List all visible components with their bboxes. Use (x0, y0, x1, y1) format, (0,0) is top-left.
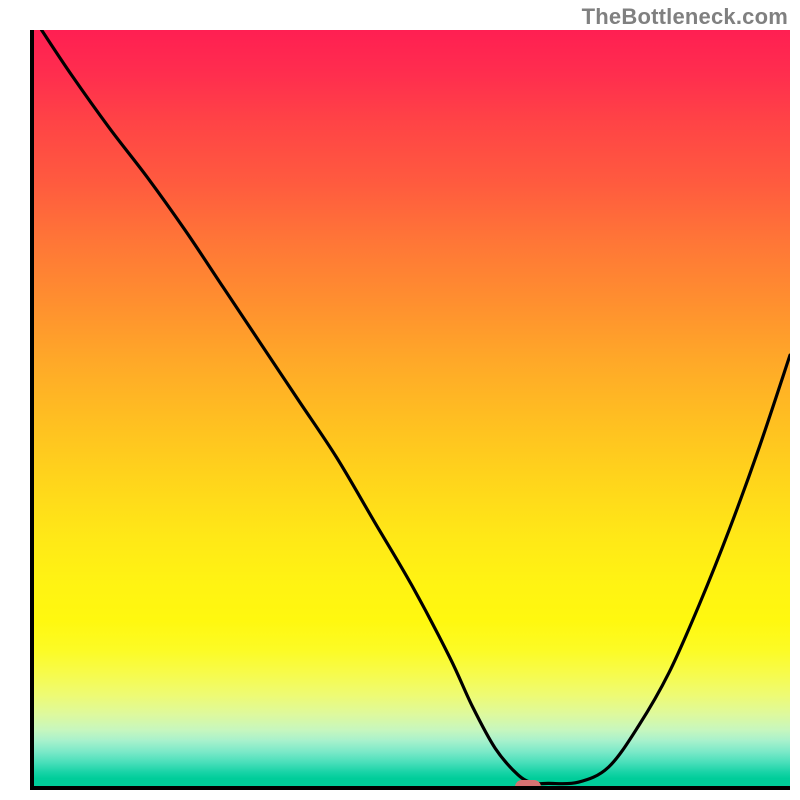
attribution-text: TheBottleneck.com (582, 4, 788, 30)
bottleneck-curve (42, 30, 790, 784)
optimal-marker (515, 780, 541, 790)
plot-area (30, 30, 790, 790)
bottleneck-chart: TheBottleneck.com (0, 0, 800, 800)
curve-svg (34, 30, 790, 786)
